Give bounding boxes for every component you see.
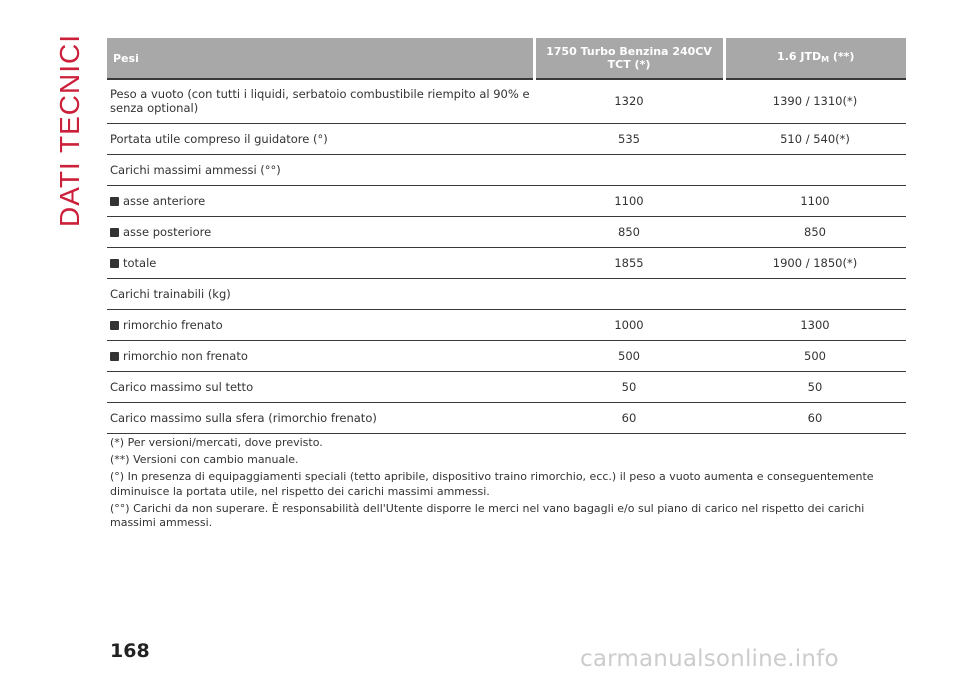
row-label-text: Portata utile compreso il guidatore (°) bbox=[110, 131, 328, 146]
row-label-text: asse posteriore bbox=[123, 224, 212, 239]
value-diesel: 510 / 540(*) bbox=[724, 123, 906, 155]
row-label-text: Carichi massimi ammessi (°°) bbox=[110, 162, 281, 177]
row-label-text: Carico massimo sulla sfera (rimorchio fr… bbox=[110, 410, 377, 425]
table-row: Carico massimo sul tetto 50 50 bbox=[107, 371, 906, 403]
value-petrol bbox=[534, 154, 724, 186]
value-petrol: 60 bbox=[534, 402, 724, 434]
value-diesel: 50 bbox=[724, 371, 906, 403]
row-label-text: rimorchio frenato bbox=[123, 317, 223, 332]
row-label: Carico massimo sul tetto bbox=[107, 371, 534, 403]
row-label-text: asse anteriore bbox=[123, 193, 206, 208]
page-number: 168 bbox=[110, 640, 150, 662]
value-petrol: 1000 bbox=[534, 309, 724, 341]
row-label-text: Peso a vuoto (con tutti i liquidi, serba… bbox=[110, 87, 530, 116]
value-diesel: 500 bbox=[724, 340, 906, 372]
header-pesi: Pesi bbox=[107, 38, 536, 80]
value-petrol: 850 bbox=[534, 216, 724, 248]
square-bullet-icon bbox=[110, 227, 119, 237]
value-diesel: 1390 / 1310(*) bbox=[724, 79, 906, 124]
table-header-row: Pesi 1750 Turbo Benzina 240CV TCT (*) 1.… bbox=[107, 38, 906, 80]
value-petrol: 1855 bbox=[534, 247, 724, 279]
header-engine-petrol: 1750 Turbo Benzina 240CV TCT (*) bbox=[534, 38, 726, 80]
value-diesel: 1100 bbox=[724, 185, 906, 217]
value-petrol bbox=[534, 278, 724, 310]
row-label: rimorchio non frenato bbox=[107, 340, 534, 372]
row-label: totale bbox=[107, 247, 534, 279]
table-row: Carichi massimi ammessi (°°) bbox=[107, 154, 906, 186]
value-petrol: 1320 bbox=[534, 79, 724, 124]
table-row: Portata utile compreso il guidatore (°) 5… bbox=[107, 123, 906, 155]
value-diesel: 850 bbox=[724, 216, 906, 248]
value-diesel: 1300 bbox=[724, 309, 906, 341]
value-petrol: 500 bbox=[534, 340, 724, 372]
row-label-text: totale bbox=[123, 255, 157, 270]
table-row: asse anteriore 1100 1100 bbox=[107, 185, 906, 217]
table-row: rimorchio frenato 1000 1300 bbox=[107, 309, 906, 341]
footnote: (°) In presenza di equipaggiamenti speci… bbox=[110, 470, 874, 498]
table-row: Peso a vuoto (con tutti i liquidi, serba… bbox=[107, 79, 906, 124]
square-bullet-icon bbox=[110, 196, 119, 206]
value-diesel: 1900 / 1850(*) bbox=[724, 247, 906, 279]
header-engine-diesel-suffix: (**) bbox=[829, 50, 855, 63]
table-row: Carico massimo sulla sfera (rimorchio fr… bbox=[107, 402, 906, 434]
row-label: Portata utile compreso il guidatore (°) bbox=[107, 123, 534, 155]
table-row: asse posteriore 850 850 bbox=[107, 216, 906, 248]
header-engine-diesel-main: 1.6 JTD bbox=[777, 50, 822, 63]
footnote: (**) Versioni con cambio manuale. bbox=[110, 453, 299, 466]
value-diesel bbox=[724, 278, 906, 310]
value-diesel bbox=[724, 154, 906, 186]
value-petrol: 50 bbox=[534, 371, 724, 403]
row-label: Carichi trainabili (kg) bbox=[107, 278, 534, 310]
row-label-text: Carichi trainabili (kg) bbox=[110, 286, 231, 301]
row-label: asse posteriore bbox=[107, 216, 534, 248]
value-diesel: 60 bbox=[724, 402, 906, 434]
row-label: rimorchio frenato bbox=[107, 309, 534, 341]
row-label: Peso a vuoto (con tutti i liquidi, serba… bbox=[107, 79, 534, 124]
square-bullet-icon bbox=[110, 258, 119, 268]
footnote: (*) Per versioni/mercati, dove previsto. bbox=[110, 436, 323, 449]
row-label: Carico massimo sulla sfera (rimorchio fr… bbox=[107, 402, 534, 434]
header-engine-diesel-sub: M bbox=[821, 55, 830, 64]
table-row: Carichi trainabili (kg) bbox=[107, 278, 906, 310]
square-bullet-icon bbox=[110, 320, 119, 330]
footnote: (°°) Carichi da non superare. È responsa… bbox=[110, 501, 865, 530]
watermark: carmanualsonline.info bbox=[580, 646, 839, 672]
weights-table: Pesi 1750 Turbo Benzina 240CV TCT (*) 1.… bbox=[107, 38, 906, 434]
table-row: rimorchio non frenato 500 500 bbox=[107, 340, 906, 372]
row-label-text: rimorchio non frenato bbox=[123, 348, 248, 363]
row-label-text: Carico massimo sul tetto bbox=[110, 379, 254, 394]
section-title: DATI TECNICI bbox=[54, 34, 85, 227]
table-row: totale 1855 1900 / 1850(*) bbox=[107, 247, 906, 279]
row-label: asse anteriore bbox=[107, 185, 534, 217]
header-engine-diesel: 1.6 JTDM (**) bbox=[724, 38, 906, 80]
value-petrol: 535 bbox=[534, 123, 724, 155]
footnotes: (*) Per versioni/mercati, dove previsto.… bbox=[110, 436, 906, 533]
square-bullet-icon bbox=[110, 351, 119, 361]
value-petrol: 1100 bbox=[534, 185, 724, 217]
row-label: Carichi massimi ammessi (°°) bbox=[107, 154, 534, 186]
